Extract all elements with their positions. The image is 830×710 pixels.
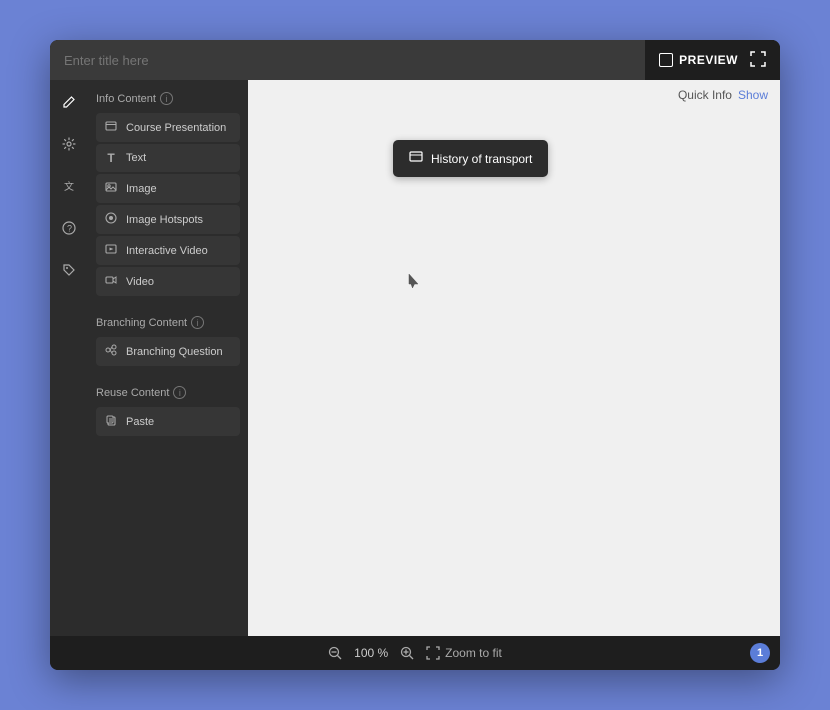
image-hotspots-icon xyxy=(104,212,118,227)
title-input[interactable] xyxy=(50,40,645,80)
info-content-title: Info Content i xyxy=(96,92,240,105)
interactive-video-item[interactable]: Interactive Video xyxy=(96,236,240,265)
reuse-content-title: Reuse Content i xyxy=(96,386,240,399)
zoom-level: 100 % xyxy=(354,646,388,660)
preview-button[interactable]: PREVIEW xyxy=(659,53,738,67)
zoom-in-button[interactable] xyxy=(400,646,414,660)
canvas-node[interactable]: History of transport xyxy=(393,140,548,177)
reuse-content-help-icon[interactable]: i xyxy=(173,386,186,399)
bottom-bar: 100 % Zoom to fit 1 xyxy=(50,636,780,670)
branching-question-item[interactable]: Branching Question xyxy=(96,337,240,366)
course-presentation-item[interactable]: Course Presentation xyxy=(96,113,240,142)
panel-sidebar: Info Content i Course Presentation T Tex… xyxy=(88,80,248,636)
fullscreen-icon[interactable] xyxy=(750,51,766,70)
branching-question-icon xyxy=(104,344,118,359)
preview-label: PREVIEW xyxy=(679,53,738,67)
image-icon xyxy=(104,181,118,196)
branching-content-title: Branching Content i xyxy=(96,316,240,329)
quick-info-panel: Quick Info Show xyxy=(678,88,768,102)
video-icon xyxy=(104,274,118,289)
preview-icon xyxy=(659,53,673,67)
branching-content-help-icon[interactable]: i xyxy=(191,316,204,329)
quick-info-show-button[interactable]: Show xyxy=(738,88,768,102)
svg-text:?: ? xyxy=(67,224,72,234)
image-hotspots-item[interactable]: Image Hotspots xyxy=(96,205,240,234)
course-presentation-icon xyxy=(104,120,118,135)
interactive-video-icon xyxy=(104,243,118,258)
video-item[interactable]: Video xyxy=(96,267,240,296)
top-bar-actions: PREVIEW xyxy=(645,40,780,80)
text-icon: T xyxy=(104,151,118,165)
paste-icon xyxy=(104,414,118,429)
icon-sidebar: 文 ? xyxy=(50,80,88,636)
paste-item[interactable]: Paste xyxy=(96,407,240,436)
settings-sidebar-icon[interactable] xyxy=(57,132,81,156)
tag-sidebar-icon[interactable] xyxy=(57,258,81,282)
top-bar: PREVIEW xyxy=(50,40,780,80)
canvas-area[interactable]: Quick Info Show History of transport xyxy=(248,80,780,636)
cursor xyxy=(408,273,416,281)
canvas-node-label: History of transport xyxy=(431,152,532,166)
info-content-section: Info Content i Course Presentation T Tex… xyxy=(96,92,240,296)
info-content-help-icon[interactable]: i xyxy=(160,92,173,105)
app-window: PREVIEW xyxy=(50,40,780,670)
help-sidebar-icon[interactable]: ? xyxy=(57,216,81,240)
reuse-content-section: Reuse Content i Paste xyxy=(96,386,240,436)
zoom-fit-label: Zoom to fit xyxy=(445,646,502,660)
quick-info-label: Quick Info xyxy=(678,88,732,102)
branching-content-section: Branching Content i Branching Question xyxy=(96,316,240,366)
translate-sidebar-icon[interactable]: 文 xyxy=(57,174,81,198)
zoom-out-button[interactable] xyxy=(328,646,342,660)
notification-badge[interactable]: 1 xyxy=(750,643,770,663)
zoom-controls: 100 % Zoom to fit xyxy=(328,646,502,660)
image-item[interactable]: Image xyxy=(96,174,240,203)
text-item[interactable]: T Text xyxy=(96,144,240,172)
node-icon xyxy=(409,150,423,167)
main-content: 文 ? Info Content xyxy=(50,80,780,636)
zoom-fit-button[interactable]: Zoom to fit xyxy=(426,646,502,660)
svg-text:文: 文 xyxy=(64,180,74,193)
edit-sidebar-icon[interactable] xyxy=(57,90,81,114)
